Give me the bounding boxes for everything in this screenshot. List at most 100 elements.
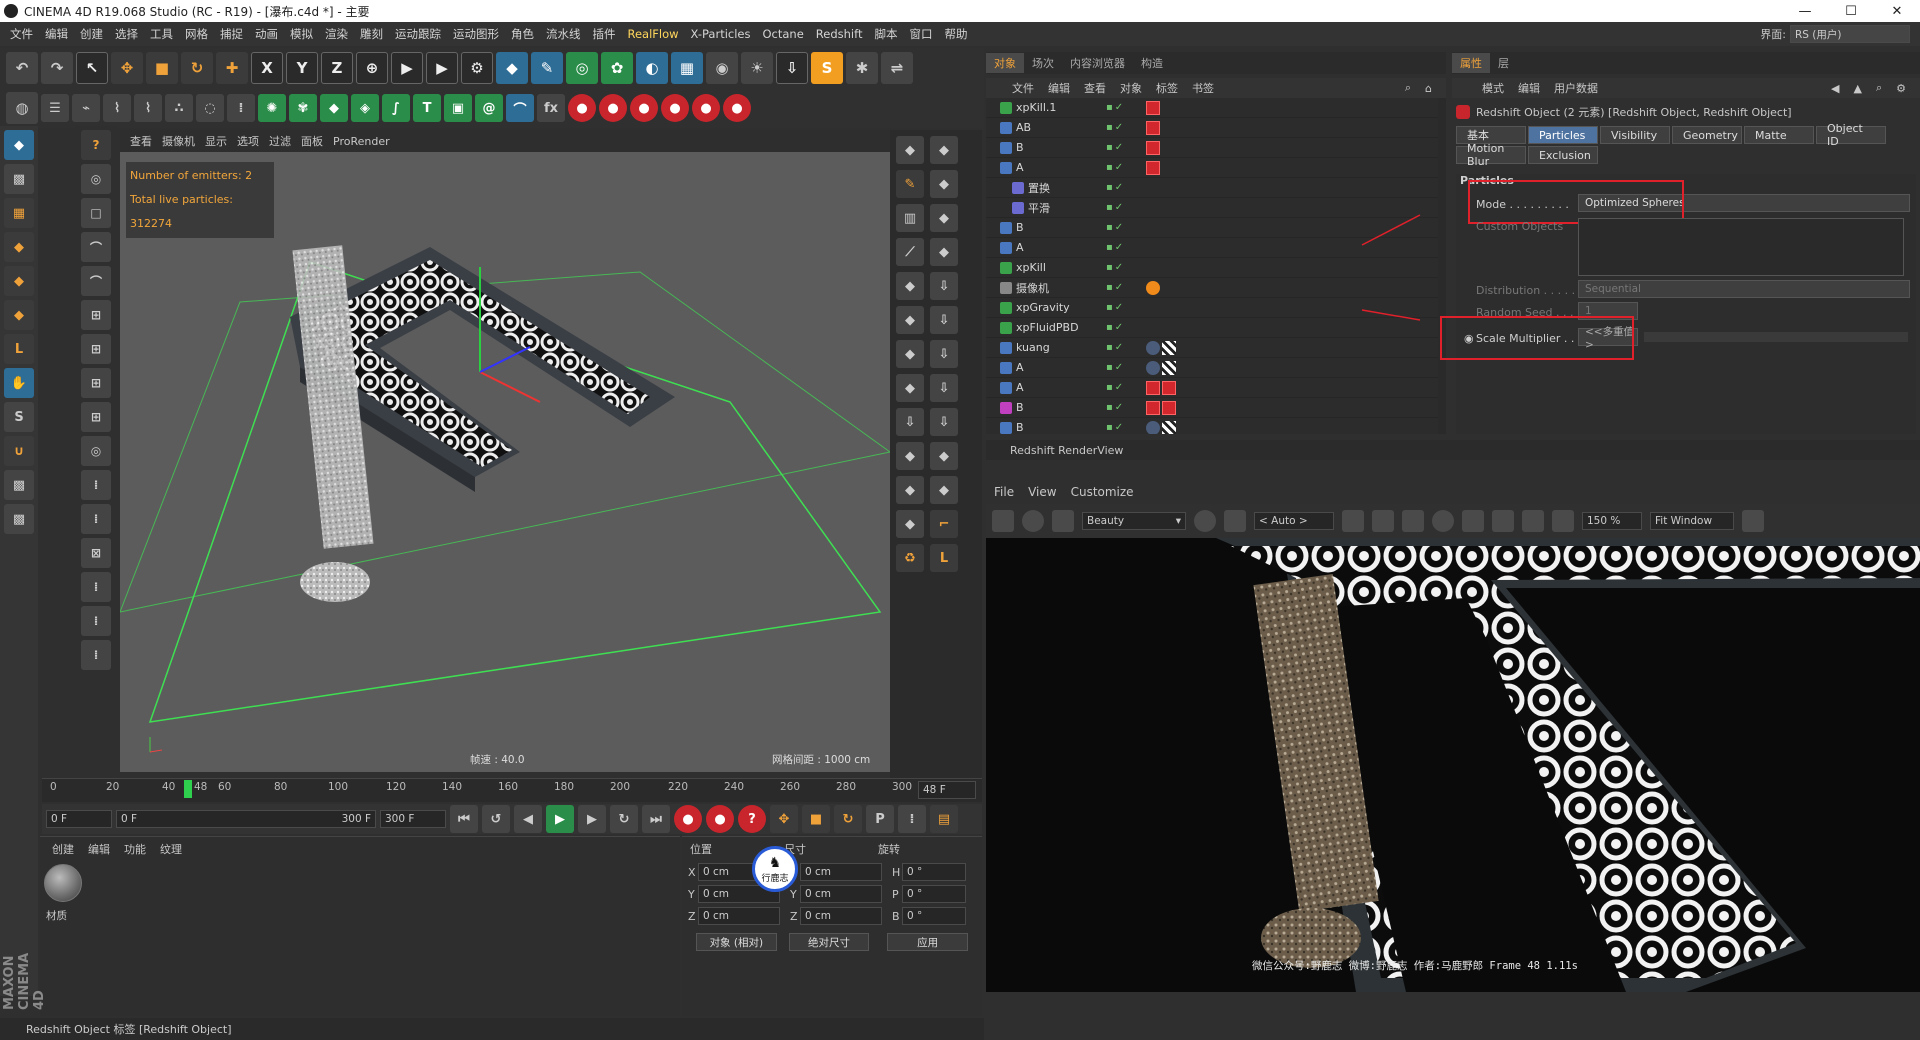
emitter-icon[interactable]: ✺	[258, 94, 286, 122]
rotation-p-field[interactable]: 0 °	[902, 885, 966, 903]
object-name[interactable]: A	[1016, 381, 1024, 394]
workplane-icon[interactable]: ▦	[4, 198, 34, 228]
visibility-check-icon[interactable]: ▪✓	[1106, 302, 1125, 313]
spline-icon[interactable]: ∫	[382, 94, 410, 122]
menu-octane[interactable]: Octane	[756, 27, 809, 41]
material-menu-create[interactable]: 创建	[52, 841, 74, 857]
grid4-icon[interactable]: ⊠	[81, 538, 111, 568]
spiral-icon[interactable]: @	[475, 94, 503, 122]
key-param-icon[interactable]: P	[866, 805, 894, 833]
poly-select-icon[interactable]: ⌒	[81, 266, 111, 296]
rv-menu-view[interactable]: View	[1028, 485, 1056, 499]
object-name[interactable]: 置换	[1028, 180, 1050, 196]
y-axis-icon[interactable]: Y	[286, 52, 318, 84]
polygons-mode-icon[interactable]: ◆	[4, 300, 34, 330]
magnet-icon[interactable]: ∪	[4, 436, 34, 466]
apply-button[interactable]: 应用	[887, 933, 969, 951]
material-tag-icon[interactable]	[1162, 360, 1176, 375]
floor-icon[interactable]: ▦	[671, 52, 703, 84]
points-mode-icon[interactable]: ◆	[4, 232, 34, 262]
menu-tools[interactable]: 工具	[144, 26, 179, 42]
end-frame-field[interactable]: 300 F	[380, 810, 446, 828]
cube-icon[interactable]: ◆	[496, 52, 528, 84]
next-frame-icon[interactable]: ▶	[578, 805, 606, 833]
texture-mode-icon[interactable]: ▩	[4, 164, 34, 194]
text-icon[interactable]: T	[413, 94, 441, 122]
grid-icon[interactable]: ⁞	[227, 94, 255, 122]
play-icon[interactable]: ▶	[546, 805, 574, 833]
subtab-exclusion[interactable]: Exclusion	[1528, 146, 1598, 164]
object-row[interactable]: AB ▪✓	[986, 118, 1438, 138]
size-mode-dropdown[interactable]: 绝对尺寸	[788, 933, 870, 951]
key-pla-icon[interactable]: ⁞	[898, 805, 926, 833]
aov-dropdown[interactable]: Beauty ▾	[1082, 512, 1186, 530]
object-name[interactable]: 平滑	[1028, 200, 1050, 216]
particles-icon[interactable]: ✾	[289, 94, 317, 122]
key-position-icon[interactable]: ✥	[770, 805, 798, 833]
visibility-check-icon[interactable]: ▪✓	[1106, 102, 1125, 113]
om-menu-bookmarks[interactable]: 书签	[1192, 80, 1214, 96]
redshift-object-icon[interactable]: ●	[568, 94, 596, 122]
viewport-menu-prorender[interactable]: ProRender	[333, 135, 390, 148]
at-menu-edit[interactable]: 编辑	[1518, 80, 1540, 96]
distribution-dropdown[interactable]: Sequential	[1578, 280, 1910, 298]
maximize-button[interactable]: ☐	[1828, 4, 1874, 19]
size-x-field[interactable]: 0 cm	[800, 863, 882, 881]
grid7-icon[interactable]: ⁞	[81, 640, 111, 670]
om-menu-objects[interactable]: 对象	[1120, 80, 1142, 96]
tool-c-icon[interactable]: ⌇	[134, 94, 162, 122]
render-settings-icon[interactable]: ⚙	[461, 52, 493, 84]
visibility-check-icon[interactable]: ▪✓	[1106, 382, 1125, 393]
snap-icon[interactable]: S	[4, 402, 34, 432]
material-name[interactable]: 材质	[46, 908, 67, 923]
script-icon[interactable]: S	[811, 52, 843, 84]
object-name[interactable]: xpFluidPBD	[1016, 321, 1079, 334]
viewport-menu-view[interactable]: 查看	[130, 133, 152, 149]
grid6-icon[interactable]: ⁞	[81, 606, 111, 636]
visibility-check-icon[interactable]: ▪✓	[1106, 402, 1125, 413]
visibility-check-icon[interactable]: ▪✓	[1106, 242, 1125, 253]
redshift-tag-icon[interactable]	[1146, 120, 1160, 135]
axis-icon[interactable]: L	[4, 334, 34, 364]
tab-takes[interactable]: 场次	[1024, 53, 1062, 73]
keyframe-selection-icon[interactable]: ?	[738, 805, 766, 833]
current-frame-field[interactable]: 48 F	[918, 781, 976, 799]
brush-icon[interactable]: ⌒	[506, 94, 534, 122]
up-arrow-icon[interactable]: ▲	[1853, 82, 1861, 95]
material-tag-icon[interactable]	[1162, 340, 1176, 355]
xp-icon-5[interactable]: ▥	[896, 204, 924, 232]
tab-objects[interactable]: 对象	[986, 53, 1024, 73]
tweak-icon[interactable]: ✋	[4, 368, 34, 398]
timeline-ruler[interactable]: 0 20 40 48 60 80 100 120 140 160 180 200…	[42, 778, 982, 802]
lock2-icon[interactable]: ▩	[4, 504, 34, 534]
object-name[interactable]: AB	[1016, 121, 1031, 134]
tab-attributes[interactable]: 属性	[1452, 53, 1490, 73]
grid5-icon[interactable]: ⁞	[81, 572, 111, 602]
rgb-channel-icon[interactable]	[1194, 510, 1216, 532]
xp-icon-7[interactable]: ⟋	[896, 238, 924, 266]
pen-icon[interactable]: ✎	[531, 52, 563, 84]
at-menu-userdata[interactable]: 用户数据	[1554, 80, 1598, 96]
redshift-tag-icon[interactable]	[1146, 160, 1160, 175]
sphere-tool-icon[interactable]: ◎	[81, 436, 111, 466]
menu-snap[interactable]: 捕捉	[214, 26, 249, 42]
subdivision-icon[interactable]: ◎	[566, 52, 598, 84]
autokey-icon[interactable]: ●	[706, 805, 734, 833]
redshift-tag-icon[interactable]	[1162, 400, 1176, 415]
object-name[interactable]: xpGravity	[1016, 301, 1070, 314]
timeline-window-icon[interactable]: ▤	[930, 805, 958, 833]
xp-icon-9[interactable]: ◆	[896, 272, 924, 300]
subtab-object-id[interactable]: Object ID	[1816, 122, 1886, 148]
tab-layers[interactable]: 层	[1490, 53, 1517, 73]
xp-icon-24[interactable]: ⌐	[930, 510, 958, 538]
redshift-env-icon[interactable]: ●	[723, 94, 751, 122]
redshift-tag-icon[interactable]	[1146, 100, 1160, 115]
camera-icon[interactable]: ◉	[706, 52, 738, 84]
tab-content-browser[interactable]: 内容浏览器	[1062, 53, 1133, 73]
redshift-dome-icon[interactable]: ●	[692, 94, 720, 122]
xp-icon-1[interactable]: ◆	[896, 136, 924, 164]
object-name[interactable]: xpKill.1	[1016, 101, 1056, 114]
visibility-check-icon[interactable]: ▪✓	[1106, 262, 1125, 273]
xp-icon-25[interactable]: ♻	[896, 544, 924, 572]
bridge-icon[interactable]: ⊞	[81, 402, 111, 432]
